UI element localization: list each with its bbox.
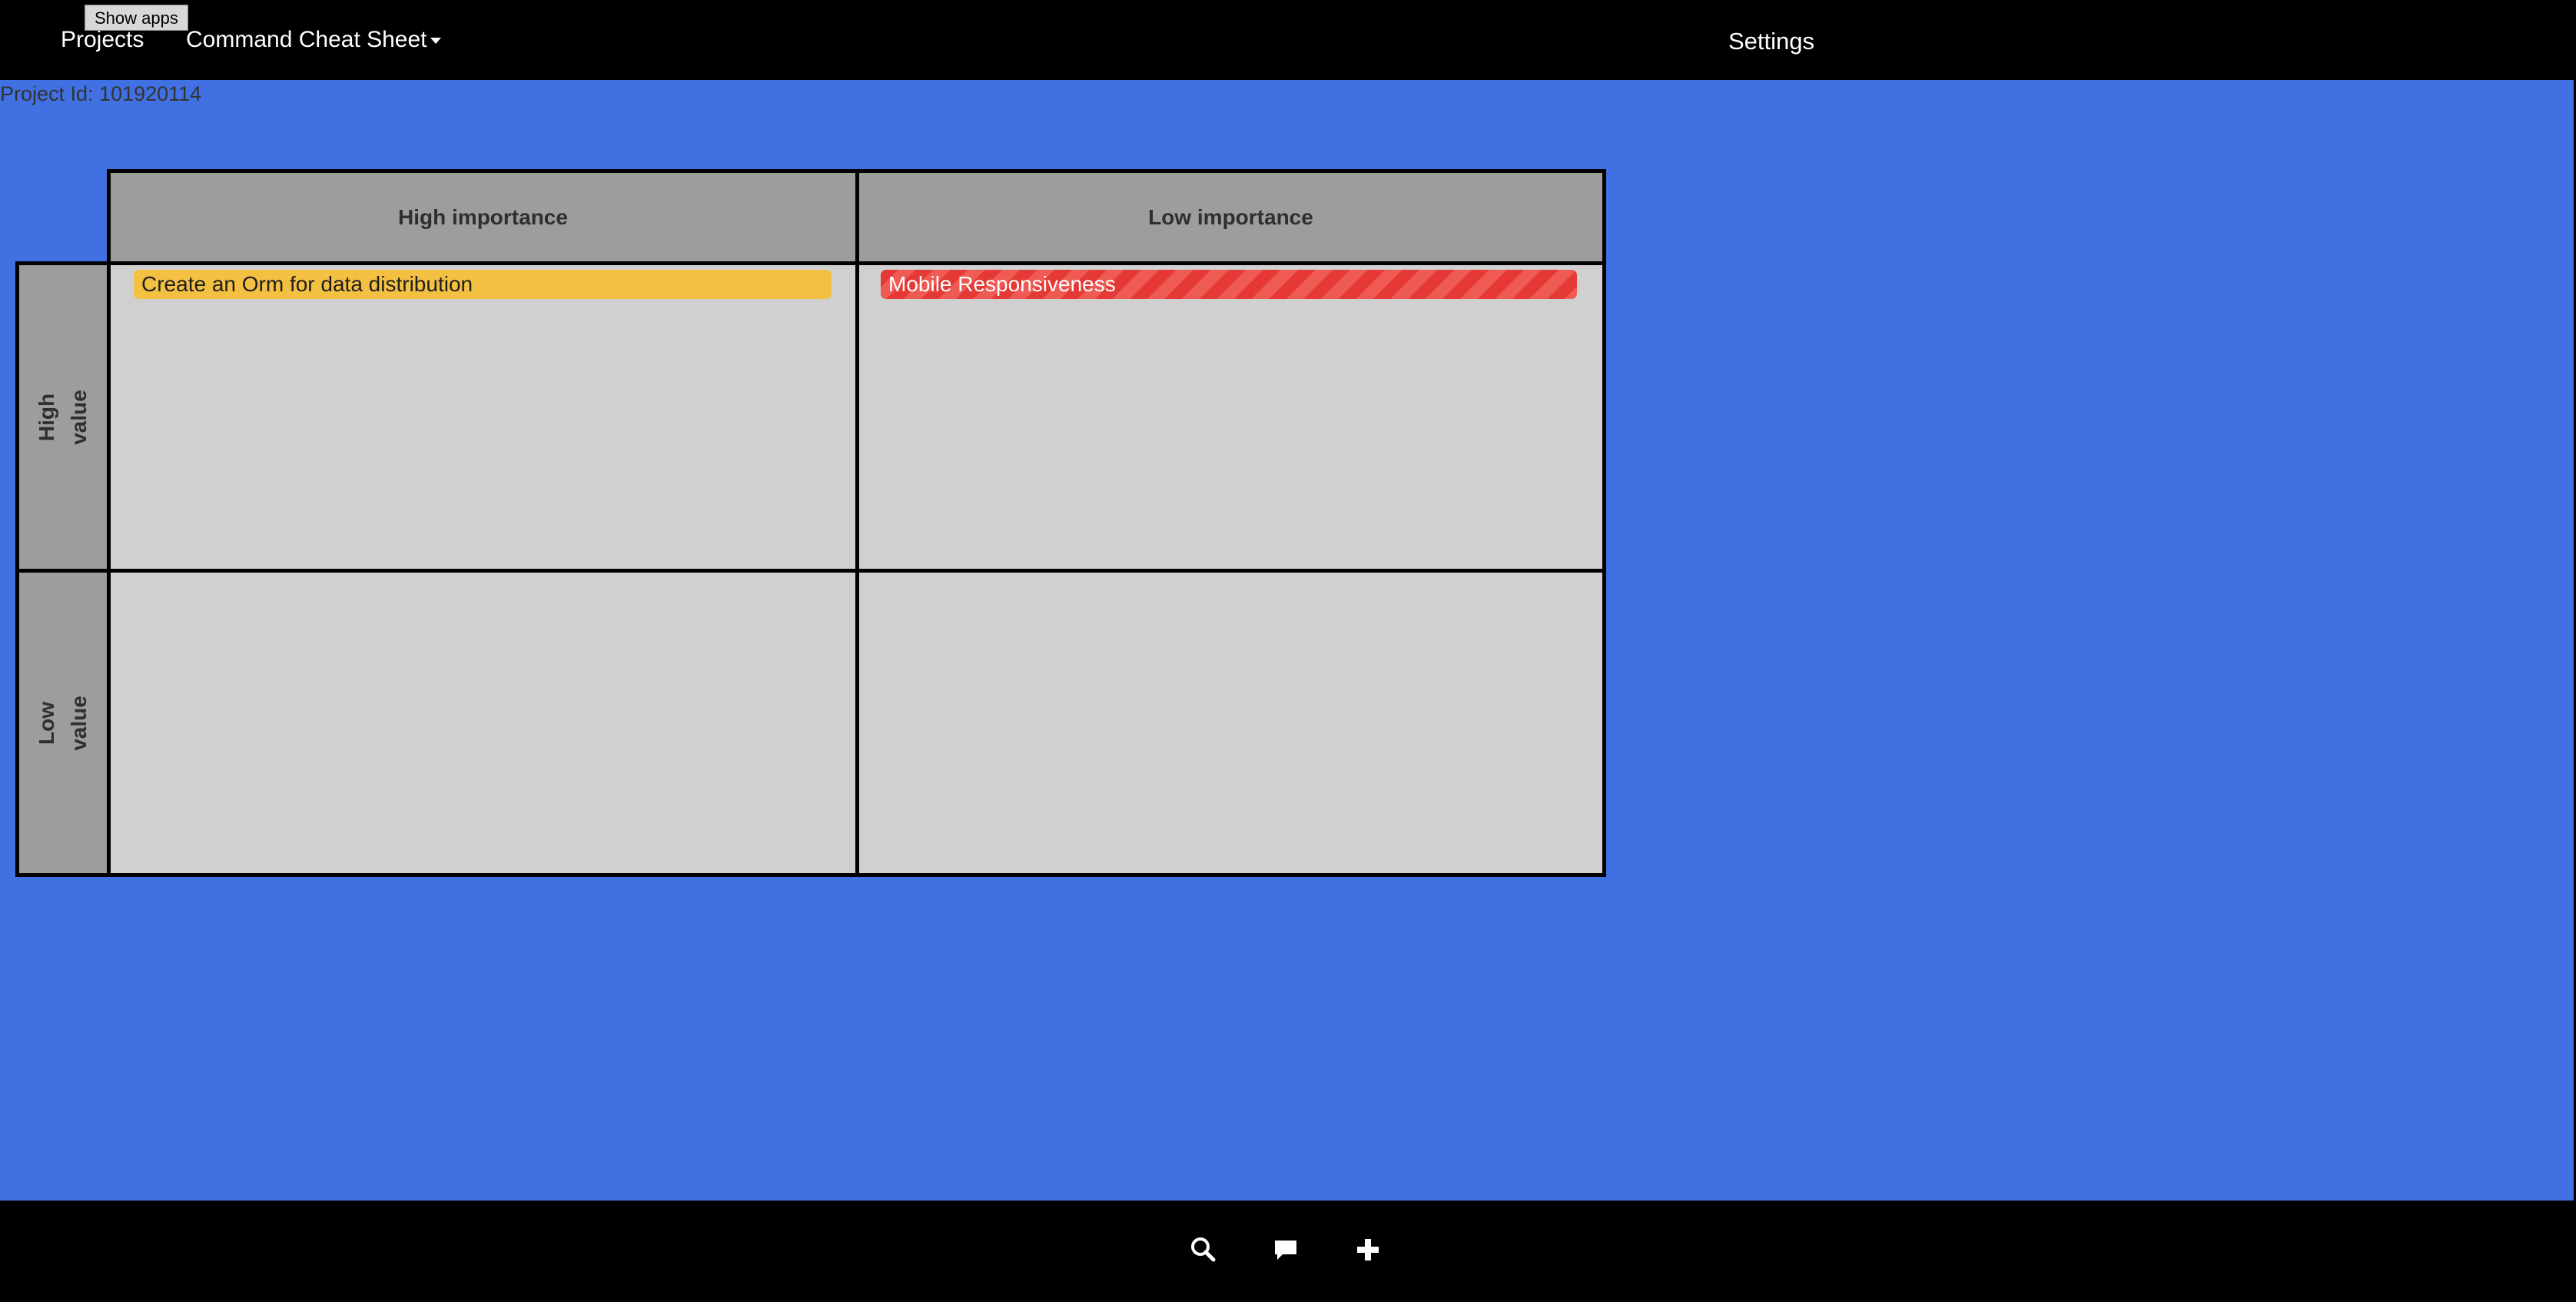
plus-icon[interactable] — [1353, 1234, 1383, 1265]
cheat-sheet-label: Command Cheat Sheet — [186, 27, 427, 52]
bottom-toolbar — [0, 1201, 2574, 1302]
quadrant-low-value-high-importance[interactable] — [107, 569, 859, 877]
row-header-label: High value — [35, 389, 91, 445]
show-apps-button[interactable]: Show apps — [85, 5, 188, 31]
quadrant-high-value-high-importance[interactable]: Create an Orm for data distribution — [107, 261, 859, 573]
column-header-low-importance: Low importance — [855, 169, 1606, 265]
row-header-label: Low value — [35, 695, 91, 751]
task-card[interactable]: Create an Orm for data distribution — [134, 270, 832, 299]
project-id-label: Project Id: 101920114 — [0, 82, 202, 105]
nav-settings-link[interactable]: Settings — [1728, 28, 1814, 55]
column-header-label: Low importance — [1148, 204, 1313, 229]
comment-icon[interactable] — [1270, 1234, 1301, 1265]
row-header-high-value: High value — [15, 261, 111, 573]
quadrant-low-value-low-importance[interactable] — [855, 569, 1606, 877]
caret-down-icon — [430, 38, 441, 45]
search-icon[interactable] — [1188, 1234, 1219, 1265]
top-nav-bar: Projects Command Cheat Sheet Settings Sh… — [0, 0, 2574, 80]
task-card[interactable]: Mobile Responsiveness — [881, 270, 1577, 299]
nav-cheat-sheet-dropdown[interactable]: Command Cheat Sheet — [186, 27, 441, 53]
quadrant-high-value-low-importance[interactable]: Mobile Responsiveness — [855, 261, 1606, 573]
row-header-low-value: Low value — [15, 569, 111, 877]
column-header-high-importance: High importance — [107, 169, 859, 265]
column-header-label: High importance — [398, 204, 568, 229]
